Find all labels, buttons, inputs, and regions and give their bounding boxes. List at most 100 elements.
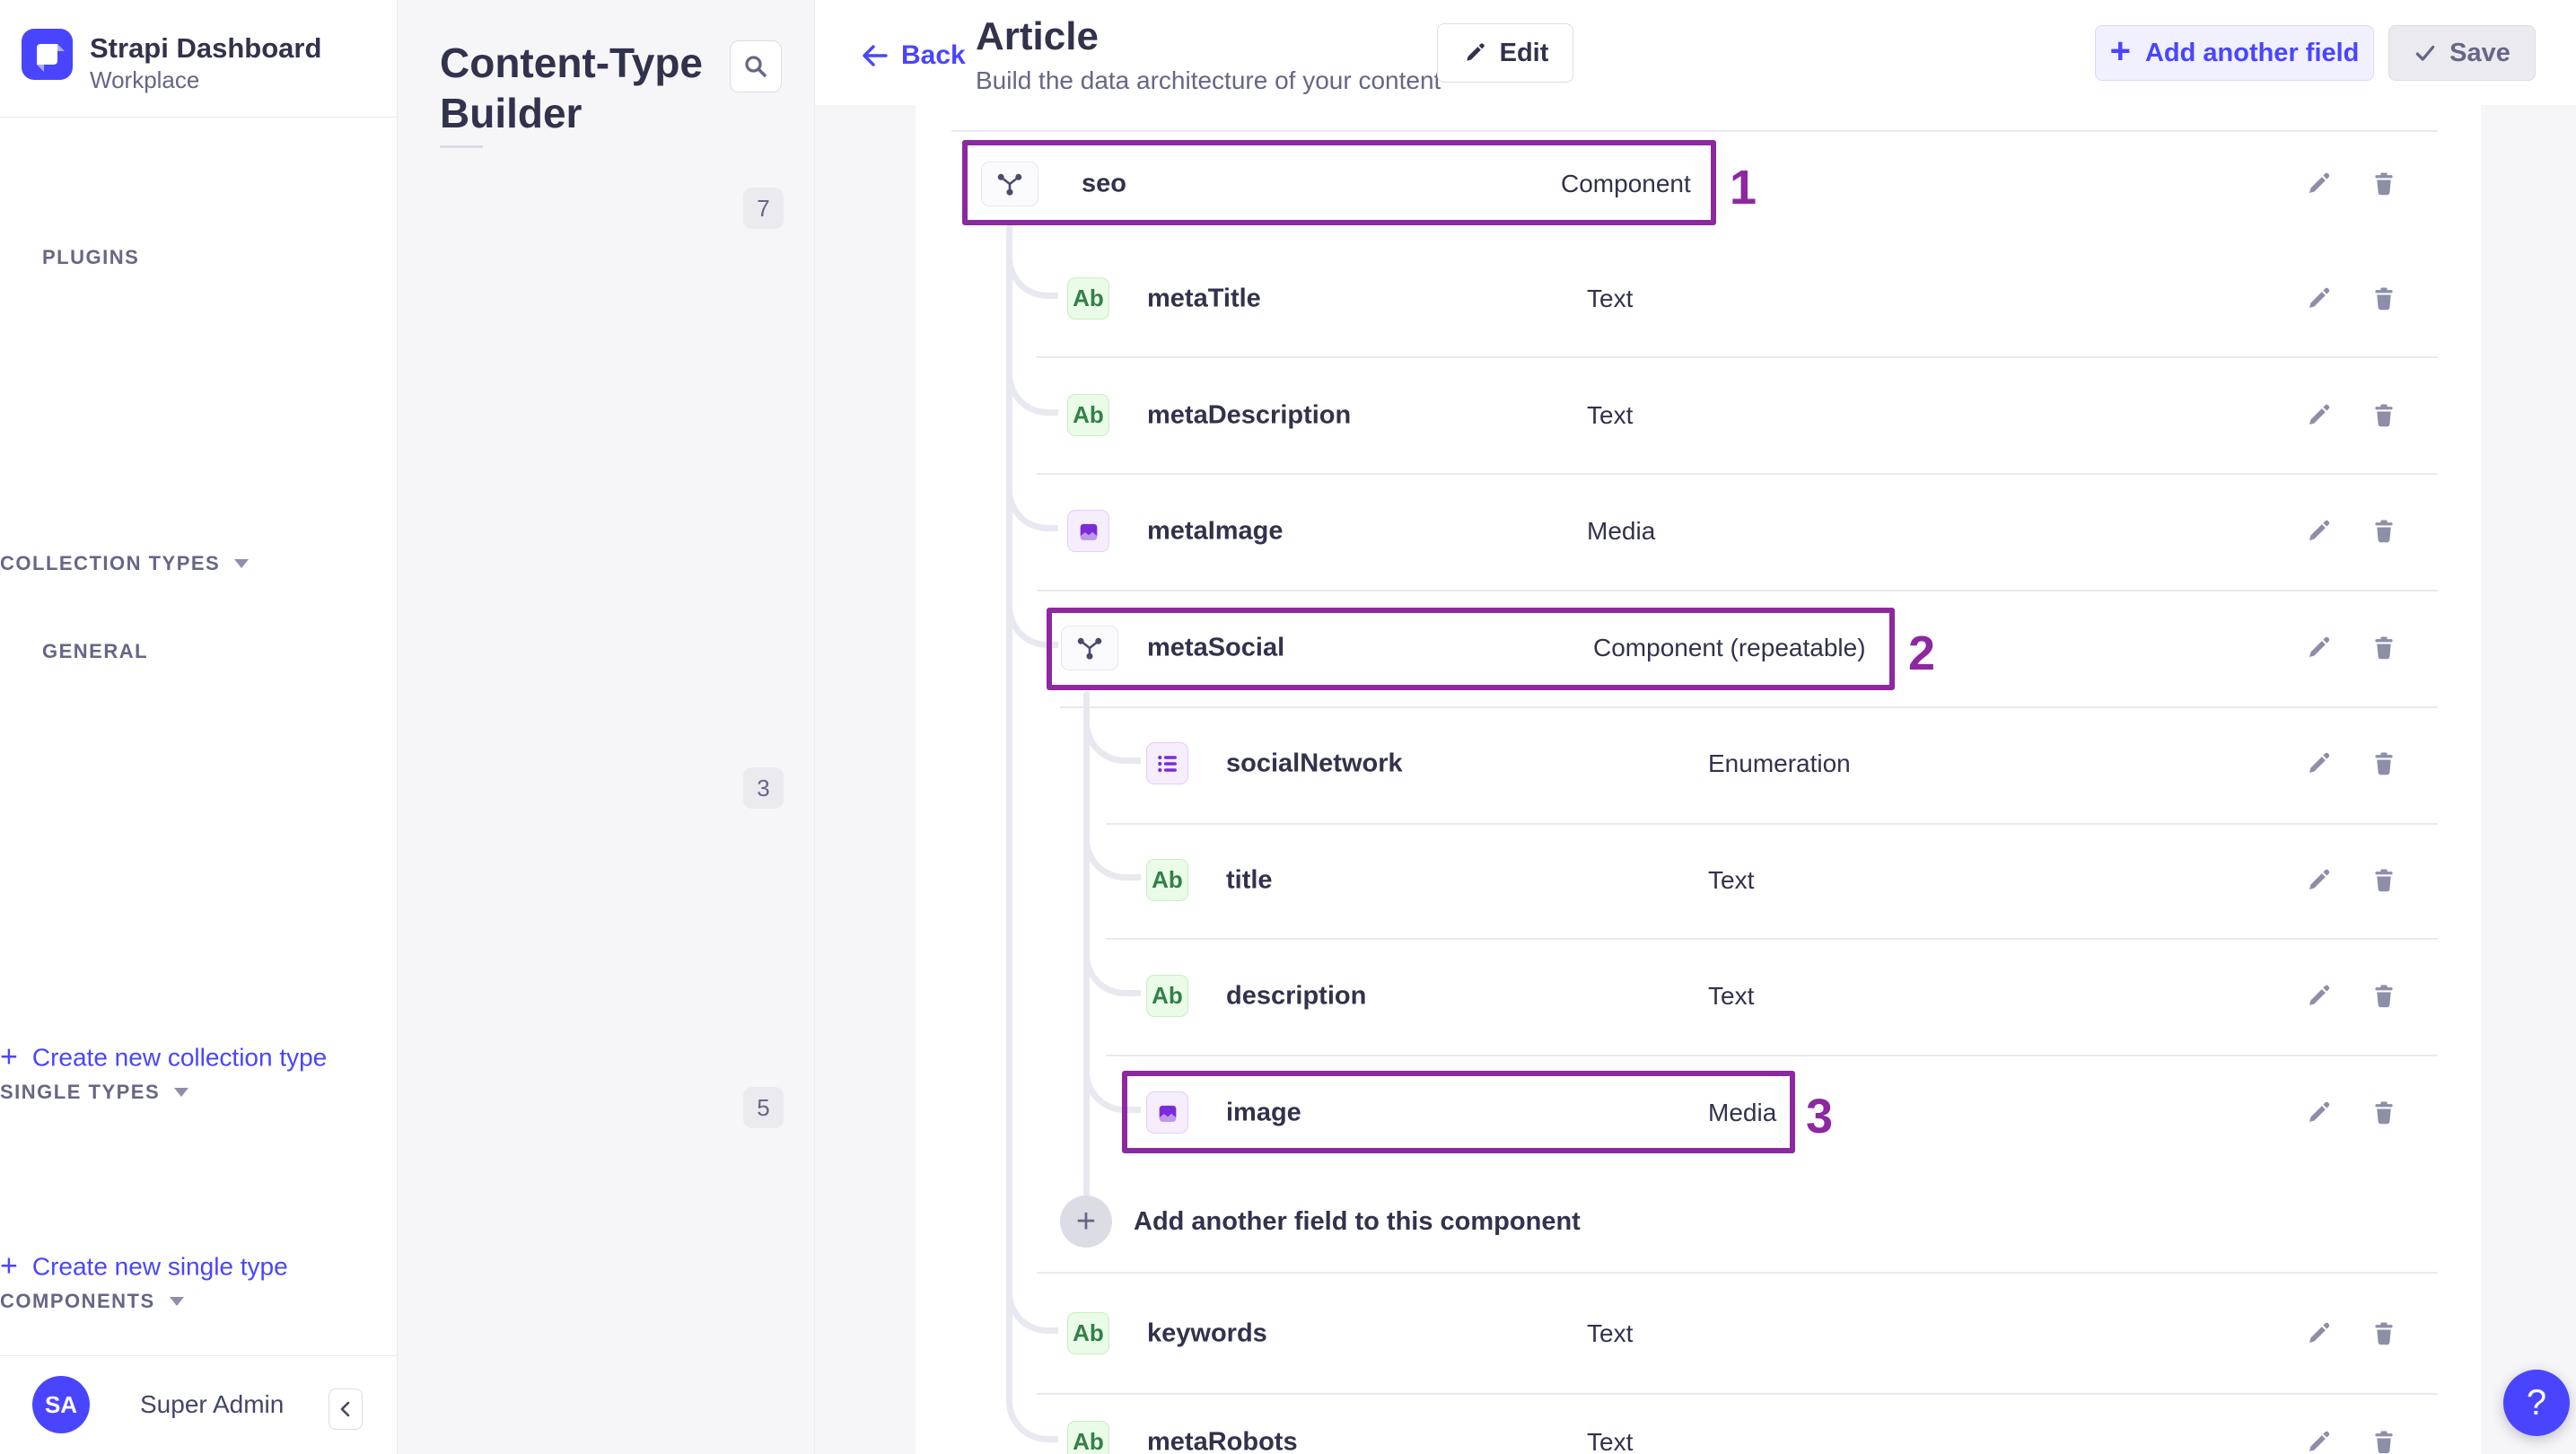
field-type: Component (repeatable): [1593, 634, 1866, 661]
back-arrow-icon: [863, 45, 888, 66]
edit-field-button[interactable]: [2302, 283, 2335, 315]
create-single-type-link[interactable]: + Create new single type: [0, 1249, 2576, 1284]
check-icon: [2415, 45, 2435, 61]
add-field-to-component-label: Add another field to this component: [1134, 1206, 1581, 1236]
search-icon: [745, 56, 767, 77]
add-field-label: Add another field: [2144, 38, 2360, 67]
field-name: metaImage: [1147, 516, 1284, 546]
avatar-initials: SA: [44, 1390, 78, 1418]
annotation-number-1: 1: [1730, 161, 1757, 215]
text-field-icon: Ab: [1146, 975, 1188, 1017]
section-title: COMPONENTS: [0, 1290, 155, 1312]
edit-field-button[interactable]: [2302, 632, 2335, 664]
enumeration-field-icon: [1146, 742, 1188, 784]
collection-types-header[interactable]: COLLECTION TYPES: [0, 552, 2576, 575]
delete-field-button[interactable]: [2368, 748, 2400, 780]
text-field-icon: Ab: [1146, 859, 1188, 901]
row-divider: [1106, 938, 2438, 940]
page-title: Article: [976, 14, 1099, 58]
component-field-icon: [981, 162, 1038, 206]
delete-field-button[interactable]: [2368, 632, 2400, 664]
page-subtitle: Build the data architecture of your cont…: [976, 66, 1441, 94]
row-divider: [1060, 706, 2438, 708]
edit-field-button[interactable]: [2302, 1318, 2335, 1350]
text-field-icon: Ab: [1067, 1312, 1109, 1354]
tree-line-level1: [1006, 224, 1012, 1391]
row-divider: [1037, 1393, 2438, 1395]
delete-field-button[interactable]: [2368, 1318, 2400, 1350]
collapse-sidebar-button[interactable]: [329, 1388, 363, 1430]
field-type: Component: [1561, 170, 1691, 197]
text-field-icon: Ab: [1067, 1421, 1109, 1454]
edit-field-button[interactable]: [2302, 515, 2335, 547]
row-divider: [1037, 473, 2438, 475]
app-title: Strapi Dashboard: [90, 32, 322, 64]
edit-field-button[interactable]: [2302, 399, 2335, 432]
field-type: Text: [1587, 401, 1634, 429]
edit-field-button[interactable]: [2302, 864, 2335, 897]
section-title: SINGLE TYPES: [0, 1081, 161, 1103]
panel-action-label: Create new single type: [31, 1252, 288, 1280]
delete-field-button[interactable]: [2368, 980, 2400, 1012]
field-type: Media: [1587, 517, 1656, 545]
field-name: keywords: [1147, 1318, 1267, 1348]
row-divider: [1106, 823, 2438, 825]
sidebar-section-plugins: PLUGINS: [42, 246, 140, 268]
field-name: metaDescription: [1147, 400, 1352, 430]
edit-field-button[interactable]: [2302, 1426, 2335, 1454]
section-title: COLLECTION TYPES: [0, 552, 221, 574]
delete-field-button[interactable]: [2368, 515, 2400, 547]
edit-label: Edit: [1499, 38, 1549, 67]
strapi-logo: [22, 29, 73, 80]
help-label: ?: [2526, 1382, 2547, 1423]
components-header[interactable]: COMPONENTS: [0, 1290, 2576, 1313]
back-link[interactable]: Back: [858, 39, 966, 72]
panel-title: Content-Type Builder: [440, 39, 704, 136]
field-type: Text: [1708, 866, 1755, 894]
delete-field-button[interactable]: [2368, 283, 2400, 315]
edit-field-button[interactable]: [2302, 748, 2335, 780]
delete-field-button[interactable]: [2368, 1426, 2400, 1454]
row-divider: [1037, 356, 2438, 358]
section-count-badge: 3: [743, 767, 784, 809]
main-sidebar: [0, 0, 398, 1454]
row-divider: [1037, 590, 2438, 591]
add-another-field-button[interactable]: + Add another field: [2095, 25, 2374, 81]
help-button[interactable]: ?: [2503, 1370, 2570, 1436]
sidebar-bottom-divider: [0, 1355, 398, 1356]
panel-title-divider: [440, 145, 483, 148]
field-name: metaTitle: [1147, 284, 1261, 313]
user-name: Super Admin: [140, 1390, 285, 1418]
field-type: Enumeration: [1708, 749, 1851, 777]
field-type: Text: [1587, 285, 1634, 312]
panel-search-button[interactable]: [730, 40, 782, 92]
back-label: Back: [901, 40, 966, 70]
save-button[interactable]: Save: [2388, 25, 2536, 81]
field-type: Text: [1587, 1319, 1634, 1347]
field-name: metaRobots: [1147, 1427, 1298, 1454]
field-name: description: [1226, 981, 1367, 1011]
edit-field-button[interactable]: [2302, 980, 2335, 1012]
delete-field-button[interactable]: [2368, 864, 2400, 897]
edit-field-button[interactable]: [2302, 1097, 2335, 1129]
delete-field-button[interactable]: [2368, 399, 2400, 432]
save-label: Save: [2449, 38, 2510, 67]
field-type: Media: [1708, 1099, 1777, 1126]
field-name: socialNetwork: [1226, 749, 1403, 778]
app-root: Strapi Dashboard Workplace SA Super Admi…: [0, 0, 2576, 1454]
add-field-to-component-button[interactable]: + Add another field to this component: [1060, 1196, 1581, 1248]
sidebar-top-divider: [0, 117, 398, 118]
panel-action-label: Create new collection type: [31, 1043, 328, 1071]
row-divider: [951, 130, 2438, 132]
edit-field-button[interactable]: [2302, 168, 2335, 200]
avatar[interactable]: SA: [32, 1376, 90, 1433]
annotation-number-3: 3: [1806, 1090, 1834, 1143]
chevron-left-icon: [340, 1401, 350, 1417]
delete-field-button[interactable]: [2368, 1097, 2400, 1129]
sidebar-section-general: GENERAL: [42, 640, 149, 662]
delete-field-button[interactable]: [2368, 168, 2400, 200]
plus-icon: +: [2109, 31, 2131, 71]
create-collection-type-link[interactable]: + Create new collection type: [0, 1040, 2576, 1075]
edit-button[interactable]: Edit: [1437, 23, 1573, 83]
chevron-down-icon: [234, 559, 250, 568]
